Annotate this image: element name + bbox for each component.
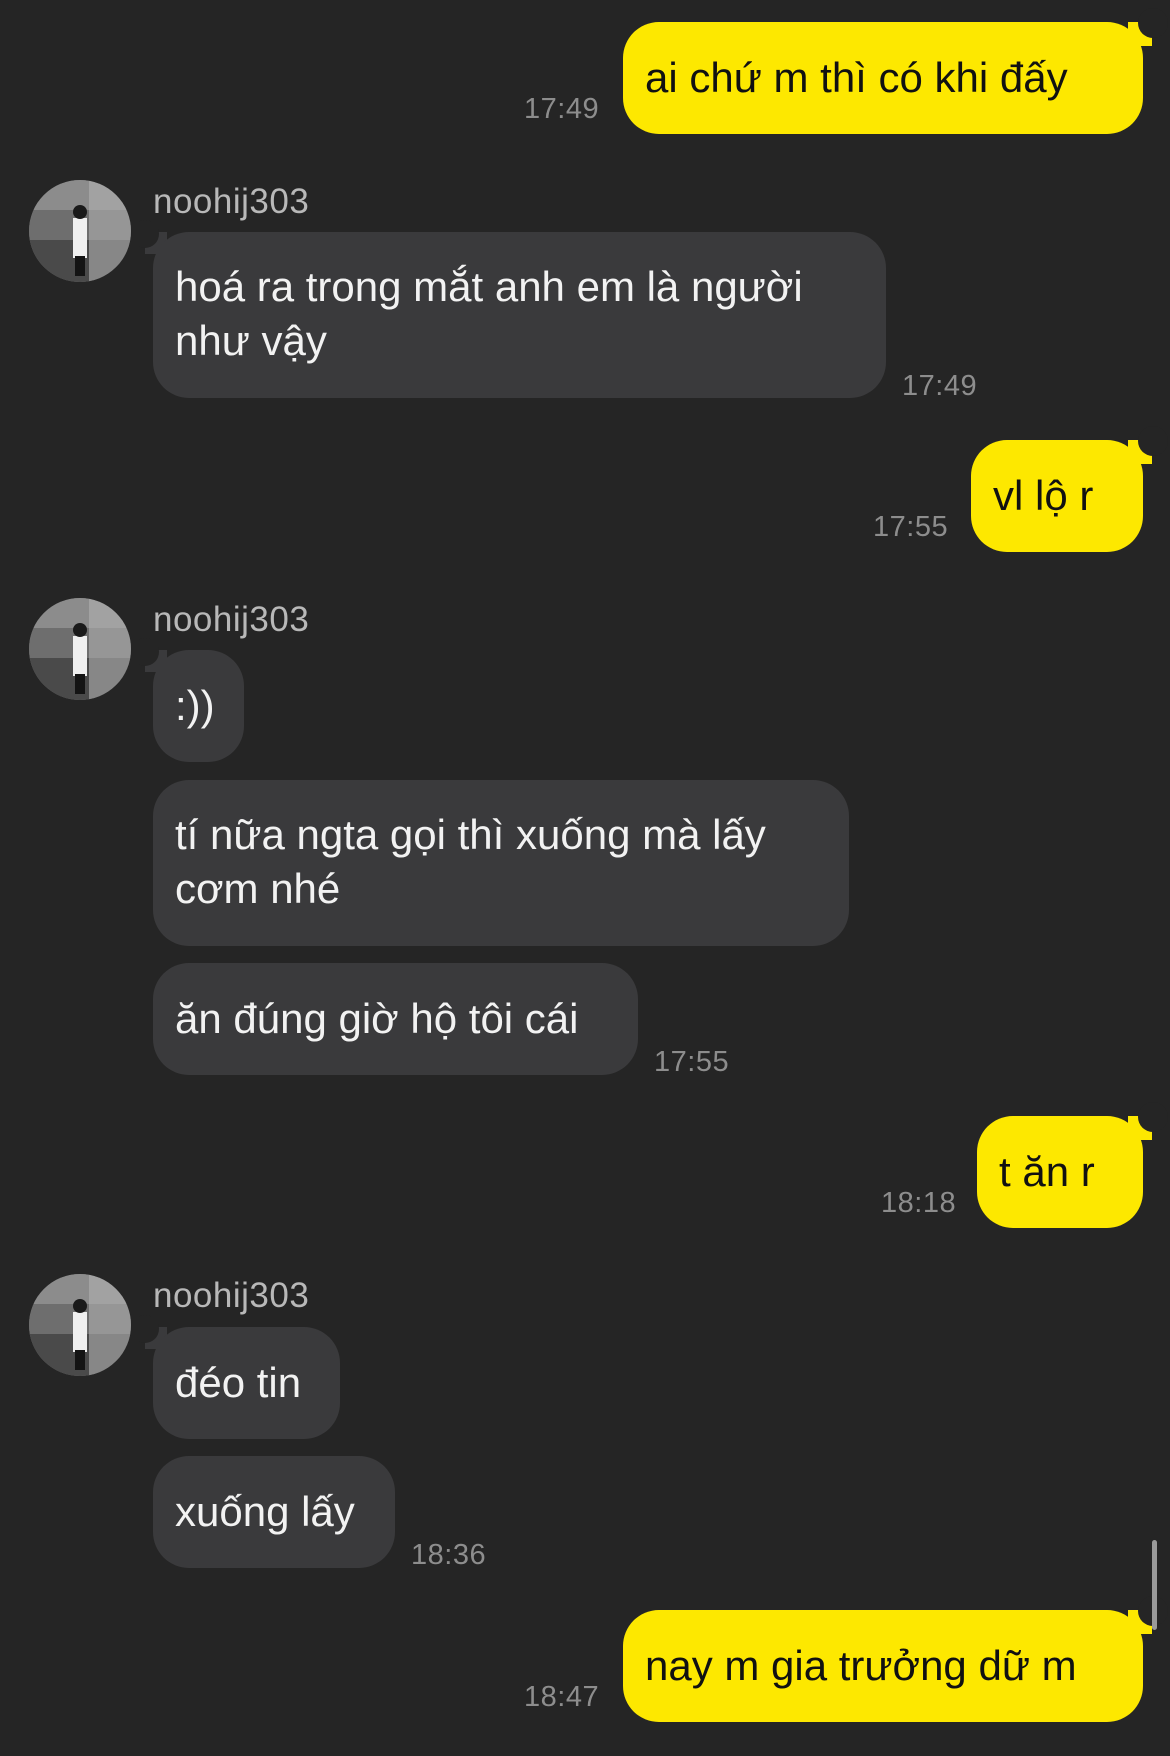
sender-name: noohij303 [153,600,310,639]
incoming-message[interactable]: tí nữa ngta gọi thì xuống mà lấy cơm nhé [153,780,849,946]
message-timestamp: 18:47 [524,1681,600,1713]
incoming-message[interactable]: đéo tin [153,1327,340,1439]
incoming-message[interactable]: ăn đúng giờ hộ tôi cái [153,963,638,1075]
sender-name: noohij303 [153,182,310,221]
outgoing-message[interactable]: t ăn r [977,1116,1143,1228]
message-timestamp: 17:55 [873,511,949,543]
contact-avatar[interactable] [29,1274,131,1376]
incoming-message[interactable]: :)) [153,650,244,762]
contact-avatar[interactable] [29,180,131,282]
contact-avatar[interactable] [29,598,131,700]
message-timestamp: 18:36 [411,1539,487,1571]
sender-name: noohij303 [153,1276,310,1315]
avatar-photo-icon [29,180,131,282]
message-timestamp: 17:55 [654,1046,730,1078]
outgoing-message[interactable]: ai chứ m thì có khi đấy [623,22,1143,134]
avatar-photo-icon [29,598,131,700]
chat-message-list[interactable]: ai chứ m thì có khi đấy 17:49 noohij303 … [0,0,1170,1756]
message-timestamp: 18:18 [881,1187,957,1219]
outgoing-message[interactable]: vl lộ r [971,440,1143,552]
scrollbar-thumb[interactable] [1152,1540,1157,1630]
avatar-photo-icon [29,1274,131,1376]
incoming-message[interactable]: xuống lấy [153,1456,395,1568]
message-timestamp: 17:49 [524,93,600,125]
message-timestamp: 17:49 [902,370,978,402]
outgoing-message[interactable]: nay m gia trưởng dữ m [623,1610,1143,1722]
incoming-message[interactable]: hoá ra trong mắt anh em là người như vậy [153,232,886,398]
